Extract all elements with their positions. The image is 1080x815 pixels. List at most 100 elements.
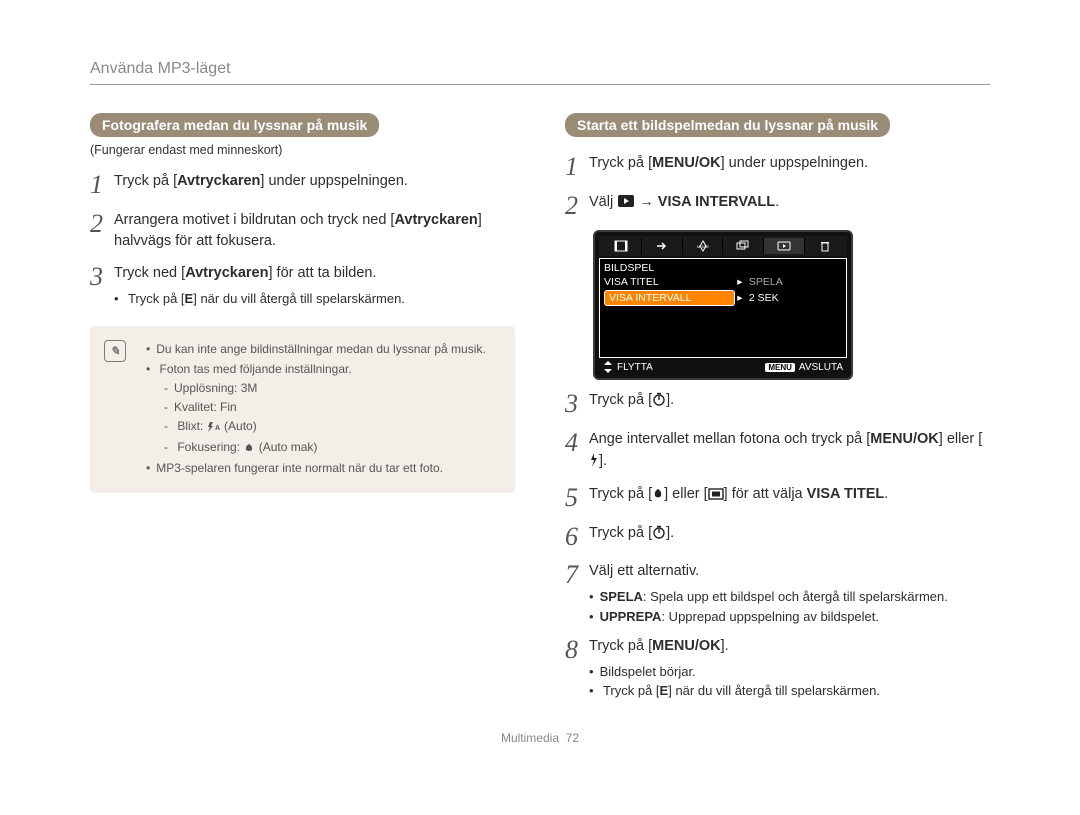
slideshow-icon [617, 194, 635, 216]
lcd-move-label: FLYTTA [617, 362, 653, 373]
step-number: 2 [565, 192, 589, 221]
lcd-tab-film-icon [601, 238, 642, 254]
lcd-tab-mode-icon: MODE [683, 238, 724, 254]
e-key: E [660, 683, 669, 698]
left-step-3: 3 Tryck ned [Avtryckaren] för att ta bil… [90, 263, 515, 308]
step-sub-bullet: Tryck på [E] när du vill återgå till spe… [114, 289, 515, 309]
step-number: 1 [90, 171, 114, 200]
info-text: Foton tas med följande inställningar. [160, 362, 352, 376]
step-number: 3 [90, 263, 114, 292]
step-text: Tryck ned [ [114, 265, 185, 281]
step-number: 3 [565, 390, 589, 419]
lcd-menu-row: VISA TITEL ▸ SPELA [602, 275, 844, 289]
lcd-menu-body: BILDSPEL VISA TITEL ▸ SPELA VISA INTERVA… [599, 258, 847, 358]
lcd-tab-trash-icon [805, 238, 845, 254]
right-step-7: 7 Välj ett alternativ. SPELA: Spela upp … [565, 561, 990, 626]
step-text: ]. [666, 392, 674, 408]
macro-auto-icon [243, 440, 255, 459]
menu-key-icon: MENU [765, 363, 795, 372]
info-dash: Upplösning: 3M [164, 379, 499, 398]
info-dash: Fokusering: (Auto mak) [164, 438, 499, 459]
right-step-1: 1 Tryck på [MENU/OK] under uppspelningen… [565, 153, 990, 182]
step-text: → [635, 194, 658, 210]
sub-text: Tryck på [ [603, 683, 660, 698]
lcd-menu-row-selected: VISA INTERVALL ▸ 2 SEK [602, 289, 844, 307]
right-step-3: 3 Tryck på []. [565, 390, 990, 419]
sub-text: ] när du vill återgå till spelarskärmen. [193, 291, 405, 306]
step-text: ] eller [ [939, 431, 983, 447]
shutter-key: Avtryckaren [185, 265, 268, 281]
sub-text: : Spela upp ett bildspel och återgå till… [643, 589, 948, 604]
lcd-row-value: SPELA [745, 276, 842, 288]
menu-ok-key: MENU/OK [870, 431, 938, 447]
info-bullet: Foton tas med följande inställningar. Up… [146, 360, 499, 460]
info-text: (Auto mak) [255, 440, 317, 454]
svg-text:A: A [215, 425, 220, 432]
info-dash: Kvalitet: Fin [164, 398, 499, 417]
step-text: Ange intervallet mellan fotona och tryck… [589, 431, 870, 447]
step-number: 5 [565, 484, 589, 513]
sub-text: : Upprepad uppspelning av bildspelet. [661, 609, 879, 624]
step-text: Tryck på [ [589, 525, 652, 541]
step-text: ] för att välja [724, 486, 807, 502]
step-number: 6 [565, 523, 589, 552]
lcd-exit-label: AVSLUTA [799, 362, 843, 373]
right-step-4: 4 Ange intervallet mellan fotona och try… [565, 429, 990, 475]
step-text: . [884, 486, 888, 502]
step-sub-bullet: SPELA: Spela upp ett bildspel och återgå… [589, 587, 990, 607]
step-number: 7 [565, 561, 589, 590]
step-text: Tryck på [ [589, 638, 652, 654]
step-number: 4 [565, 429, 589, 458]
right-step-6: 6 Tryck på []. [565, 523, 990, 552]
shutter-key: Avtryckaren [177, 173, 260, 189]
step-sub-bullet: Bildspelet börjar. [589, 662, 990, 682]
info-bullet: Du kan inte ange bildinställningar medan… [146, 340, 499, 359]
page-footer: Multimedia 72 [90, 731, 990, 745]
section-pill-right: Starta ett bildspelmedan du lyssnar på m… [565, 113, 890, 137]
flash-icon [589, 453, 599, 475]
visa-intervall-label: VISA INTERVALL [658, 194, 775, 210]
sub-text: ] när du vill återgå till spelarskärmen. [668, 683, 880, 698]
lcd-tab-slideshow-icon [764, 238, 805, 254]
display-icon [708, 486, 724, 508]
shutter-key: Avtryckaren [394, 212, 477, 228]
step-text: ]. [666, 525, 674, 541]
step-sub-bullet: Tryck på [E] när du vill återgå till spe… [589, 681, 990, 701]
memory-card-note: (Fungerar endast med minneskort) [90, 143, 515, 157]
step-text: ] under uppspelningen. [721, 155, 869, 171]
step-number: 2 [90, 210, 114, 239]
right-step-2: 2 Välj → VISA INTERVALL. [565, 192, 990, 221]
page-title: Använda MP3-läget [90, 60, 990, 85]
step-text: Välj ett alternativ. [589, 563, 699, 579]
lcd-tab-multi-icon [723, 238, 764, 254]
flash-auto-icon: A [207, 419, 221, 438]
step-text: ] för att ta bilden. [268, 265, 376, 281]
menu-ok-key: MENU/OK [652, 155, 720, 171]
footer-page-number: 72 [566, 731, 579, 745]
lcd-row-label: VISA INTERVALL [604, 290, 735, 306]
lcd-menu-row: BILDSPEL [602, 261, 844, 275]
step-text: . [775, 194, 779, 210]
step-number: 1 [565, 153, 589, 182]
step-text: Tryck på [ [114, 173, 177, 189]
chevron-right-icon: ▸ [735, 292, 745, 304]
step-number: 8 [565, 636, 589, 665]
step-text: ]. [599, 453, 607, 469]
info-dash: Blixt: A (Auto) [164, 417, 499, 438]
camera-lcd-mock: MODE BILDSPEL VISA TITEL ▸ SPELA V [593, 230, 853, 380]
left-column: Fotografera medan du lyssnar på musik (F… [90, 113, 515, 701]
macro-icon [652, 486, 664, 508]
step-text: Tryck på [ [589, 486, 652, 502]
step-text: Tryck på [ [589, 392, 652, 408]
updown-icon [603, 361, 613, 373]
sub-text: Tryck på [ [128, 291, 185, 306]
info-bullet: MP3-spelaren fungerar inte normalt när d… [146, 459, 499, 478]
left-step-2: 2 Arrangera motivet i bildrutan och tryc… [90, 210, 515, 254]
info-text: Fokusering: [177, 440, 243, 454]
option-upprepa: UPPREPA [600, 609, 662, 624]
right-step-8: 8 Tryck på [MENU/OK]. Bildspelet börjar.… [565, 636, 990, 701]
step-text: Välj [589, 194, 617, 210]
info-text: (Auto) [221, 419, 257, 433]
svg-text:MODE: MODE [697, 244, 709, 249]
step-text: ] under uppspelningen. [260, 173, 408, 189]
